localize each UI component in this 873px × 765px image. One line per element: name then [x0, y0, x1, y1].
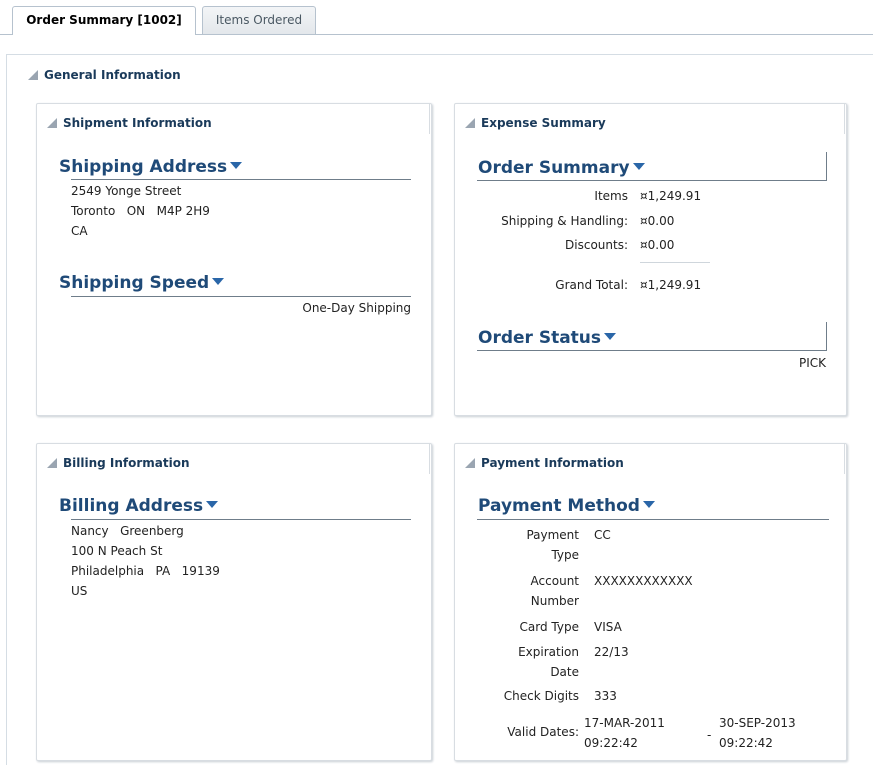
grand-total-value: ¤1,249.91 — [640, 278, 702, 292]
panel-edge — [429, 444, 430, 474]
payment-panel: Payment Information Payment Method Payme… — [454, 443, 847, 761]
order-status-value: PICK — [798, 356, 826, 370]
shipping-address-line-1: 2549 Yonge Street — [71, 184, 182, 198]
expiration-value: 22/13 — [594, 645, 629, 659]
billing-address-line-4: US — [71, 584, 88, 598]
items-label: Items — [594, 189, 628, 203]
shipment-panel: Shipment Information Shipping Address 25… — [36, 103, 432, 416]
account-number-value: XXXXXXXXXXXX — [594, 574, 693, 588]
tab-bar: Order Summary [1002] Items Ordered — [0, 0, 873, 35]
panel-edge — [844, 444, 845, 474]
shipment-panel-header[interactable]: Shipment Information — [47, 116, 212, 130]
card-type-value: VISA — [594, 620, 622, 634]
valid-from-date: 17-MAR-2011 — [584, 716, 665, 730]
dropdown-caret-icon[interactable] — [212, 278, 225, 285]
shipping-address-line-2: Toronto ON M4P 2H9 — [71, 204, 210, 218]
order-summary-heading[interactable]: Order Summary — [478, 158, 645, 178]
divider — [477, 519, 829, 520]
valid-to-time: 09:22:42 — [719, 736, 773, 750]
order-summary-label: Order Summary — [478, 158, 630, 178]
check-digits-label: Check Digits — [503, 689, 579, 703]
payment-method-label: Payment Method — [478, 496, 640, 516]
general-information-header[interactable]: General Information — [28, 66, 181, 84]
panel-edge — [429, 104, 430, 134]
grand-total-label: Grand Total: — [555, 278, 628, 292]
payment-type-value: CC — [594, 528, 611, 542]
valid-to-date: 30-SEP-2013 — [719, 716, 796, 730]
order-status-heading[interactable]: Order Status — [478, 328, 617, 348]
billing-address-line-2: 100 N Peach St — [71, 544, 163, 558]
expiration-label-1: Expiration — [518, 645, 579, 659]
billing-address-label: Billing Address — [59, 496, 204, 516]
valid-from-time: 09:22:42 — [584, 736, 638, 750]
billing-address-line-3: Philadelphia PA 19139 — [71, 564, 220, 578]
panel-edge — [844, 104, 845, 134]
payment-method-heading[interactable]: Payment Method — [478, 496, 655, 516]
billing-address-line-1: Nancy Greenberg — [71, 524, 184, 538]
shipping-address-heading[interactable]: Shipping Address — [59, 157, 243, 177]
divider — [71, 296, 411, 297]
shipping-speed-heading[interactable]: Shipping Speed — [59, 273, 225, 293]
divider — [477, 350, 827, 351]
shipping-address-label: Shipping Address — [59, 157, 228, 177]
discounts-label: Discounts: — [565, 238, 628, 252]
divider — [826, 152, 827, 180]
shipping-handling-value: ¤0.00 — [640, 214, 675, 228]
tab-order-summary[interactable]: Order Summary [1002] — [12, 6, 196, 35]
shipping-speed-value: One-Day Shipping — [302, 301, 411, 315]
expense-panel-header[interactable]: Expense Summary — [465, 116, 606, 130]
shipment-panel-title: Shipment Information — [63, 116, 212, 130]
shipping-handling-label: Shipping & Handling: — [501, 214, 628, 228]
billing-panel: Billing Information Billing Address Nanc… — [36, 443, 432, 761]
divider — [71, 179, 411, 180]
divider — [477, 180, 827, 181]
collapse-triangle-icon[interactable] — [28, 70, 38, 80]
tab-items-ordered[interactable]: Items Ordered — [202, 6, 316, 34]
dropdown-caret-icon[interactable] — [632, 163, 645, 170]
dropdown-caret-icon[interactable] — [604, 333, 617, 340]
dropdown-caret-icon[interactable] — [206, 501, 219, 508]
expiration-label-2: Date — [550, 665, 579, 679]
valid-dates-separator: - — [707, 728, 712, 742]
payment-type-label-2: Type — [551, 548, 579, 562]
dropdown-caret-icon[interactable] — [642, 501, 655, 508]
general-information-title: General Information — [44, 68, 181, 82]
expense-panel: Expense Summary Order Summary Items ¤1,2… — [454, 103, 847, 416]
collapse-triangle-icon[interactable] — [47, 118, 57, 128]
total-separator — [640, 262, 710, 263]
payment-panel-title: Payment Information — [481, 456, 624, 470]
collapse-triangle-icon[interactable] — [465, 458, 475, 468]
collapse-triangle-icon[interactable] — [465, 118, 475, 128]
order-status-label: Order Status — [478, 328, 602, 348]
check-digits-value: 333 — [594, 689, 617, 703]
divider — [826, 322, 827, 350]
payment-panel-header[interactable]: Payment Information — [465, 456, 624, 470]
shipping-address-line-3: CA — [71, 224, 88, 238]
billing-panel-title: Billing Information — [63, 456, 190, 470]
payment-type-label-1: Payment — [526, 528, 579, 542]
valid-dates-label: Valid Dates: — [507, 725, 579, 739]
dropdown-caret-icon[interactable] — [230, 162, 243, 169]
discounts-value: ¤0.00 — [640, 238, 675, 252]
card-type-label: Card Type — [519, 620, 579, 634]
expense-panel-title: Expense Summary — [481, 116, 606, 130]
divider — [71, 519, 411, 520]
account-number-label-1: Account — [530, 574, 579, 588]
billing-address-heading[interactable]: Billing Address — [59, 496, 219, 516]
collapse-triangle-icon[interactable] — [47, 458, 57, 468]
shipping-speed-label: Shipping Speed — [59, 273, 210, 293]
items-value: ¤1,249.91 — [640, 189, 702, 203]
account-number-label-2: Number — [530, 594, 579, 608]
billing-panel-header[interactable]: Billing Information — [47, 456, 190, 470]
